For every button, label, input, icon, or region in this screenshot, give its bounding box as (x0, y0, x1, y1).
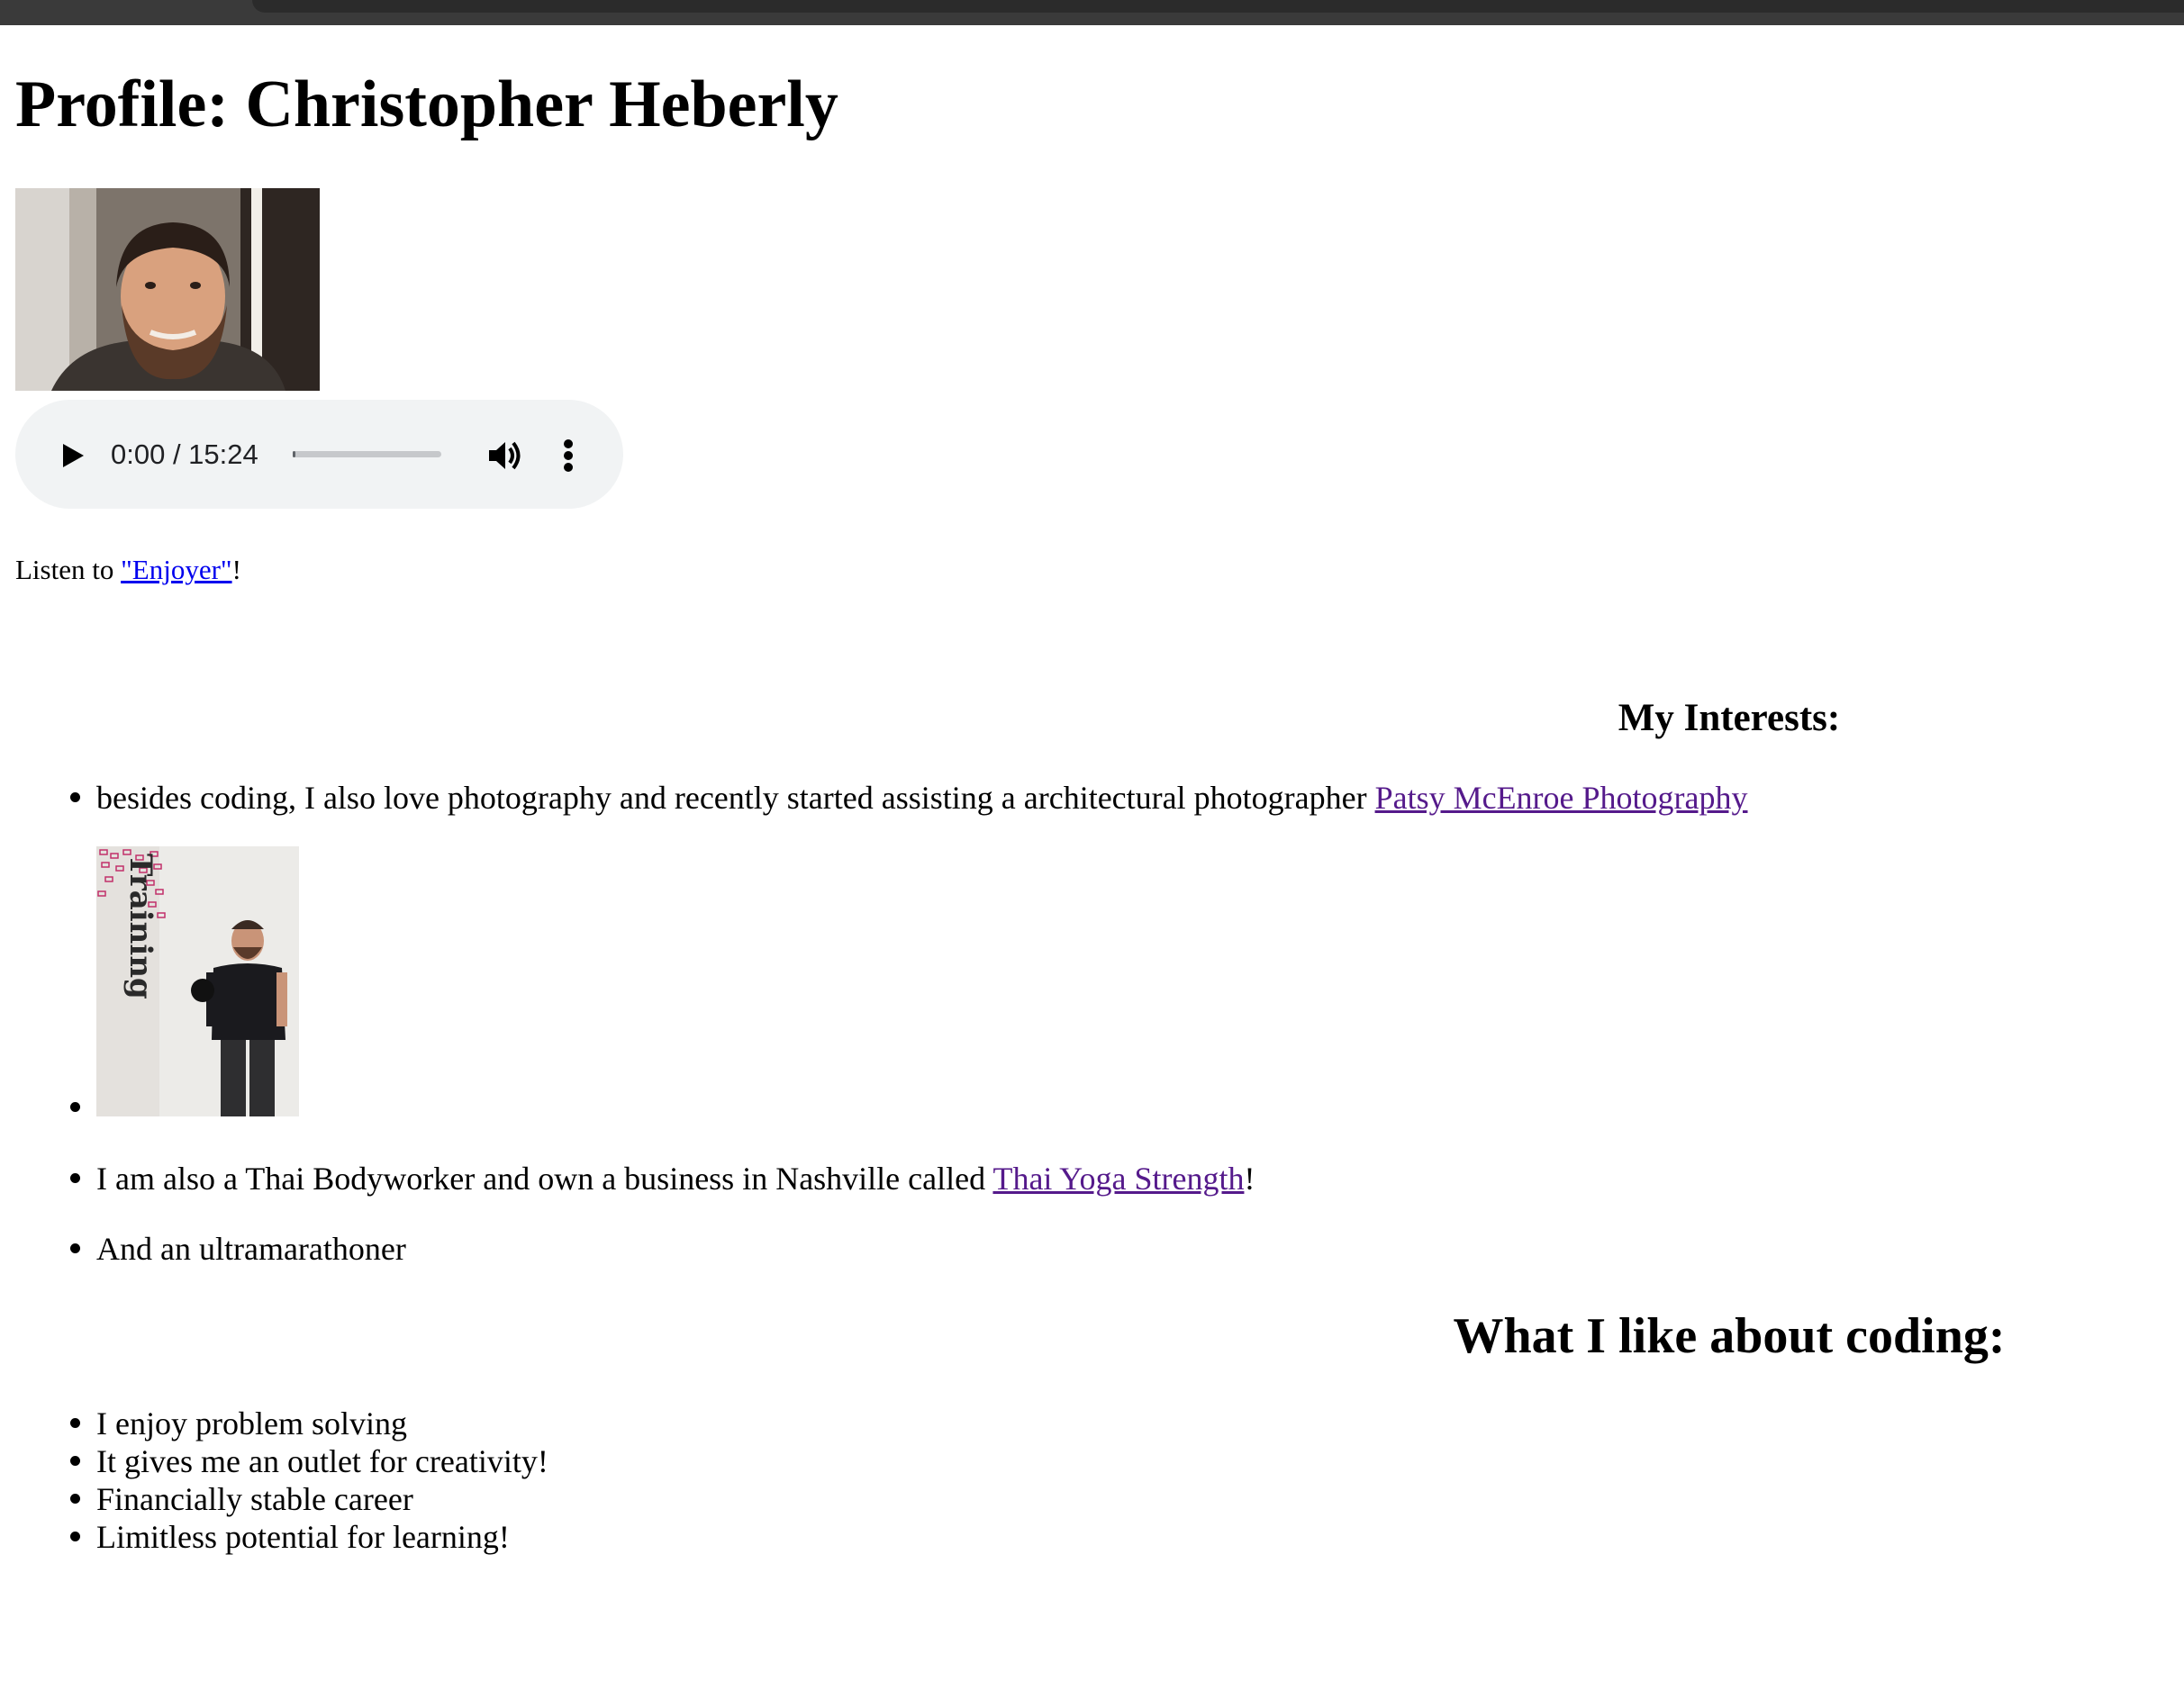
coding-item: I enjoy problem solving (96, 1405, 407, 1441)
profile-photo (15, 188, 320, 391)
photography-photo: Training (96, 846, 299, 1116)
interest-item-ultramarathon: And an ultramarathoner (96, 1231, 406, 1267)
interests-heading: My Interests: (1618, 697, 1841, 739)
interest-item-text: I am also a Thai Bodyworker and own a bu… (96, 1161, 993, 1197)
interest-item-photography: besides coding, I also love photography … (96, 778, 1748, 818)
list-bullet (70, 1532, 80, 1541)
listen-line: Listen to "Enjoyer"! (15, 552, 241, 588)
coding-item: Financially stable career (96, 1481, 413, 1517)
audio-time-display: 0:00 / 15:24 (111, 438, 258, 470)
list-bullet (70, 1418, 80, 1428)
listen-prefix: Listen to (15, 554, 122, 585)
interest-item-thai-bodywork: I am also a Thai Bodyworker and own a bu… (96, 1159, 1255, 1198)
audio-progress-slider[interactable] (293, 451, 441, 457)
browser-tab-strip (252, 0, 2184, 13)
play-icon[interactable] (54, 438, 90, 474)
list-bullet (70, 1456, 80, 1466)
training-sign-text: Training (122, 854, 159, 999)
list-bullet (70, 792, 80, 802)
audio-player[interactable]: 0:00 / 15:24 (15, 400, 623, 509)
coding-item: Limitless potential for learning! (96, 1519, 510, 1555)
thai-yoga-strength-link[interactable]: Thai Yoga Strength (992, 1161, 1244, 1197)
list-bullet (70, 1243, 80, 1253)
list-bullet (70, 1173, 80, 1183)
volume-icon[interactable] (485, 436, 525, 475)
coding-heading: What I like about coding: (1453, 1308, 2006, 1364)
list-bullet (70, 1494, 80, 1504)
listen-suffix: ! (231, 554, 241, 585)
coding-item: It gives me an outlet for creativity! (96, 1443, 548, 1479)
interest-item-suffix: ! (1244, 1161, 1255, 1197)
audio-progress-fill (293, 451, 295, 457)
page-title: Profile: Christopher Heberly (15, 68, 838, 141)
more-vert-icon[interactable] (563, 436, 574, 475)
interest-item-text: besides coding, I also love photography … (96, 780, 1375, 816)
browser-top-bar (0, 0, 2184, 25)
list-bullet (70, 1102, 80, 1112)
enjoyer-link[interactable]: "Enjoyer" (121, 554, 231, 585)
patsy-mcenroe-link[interactable]: Patsy McEnroe Photography (1375, 780, 1748, 816)
